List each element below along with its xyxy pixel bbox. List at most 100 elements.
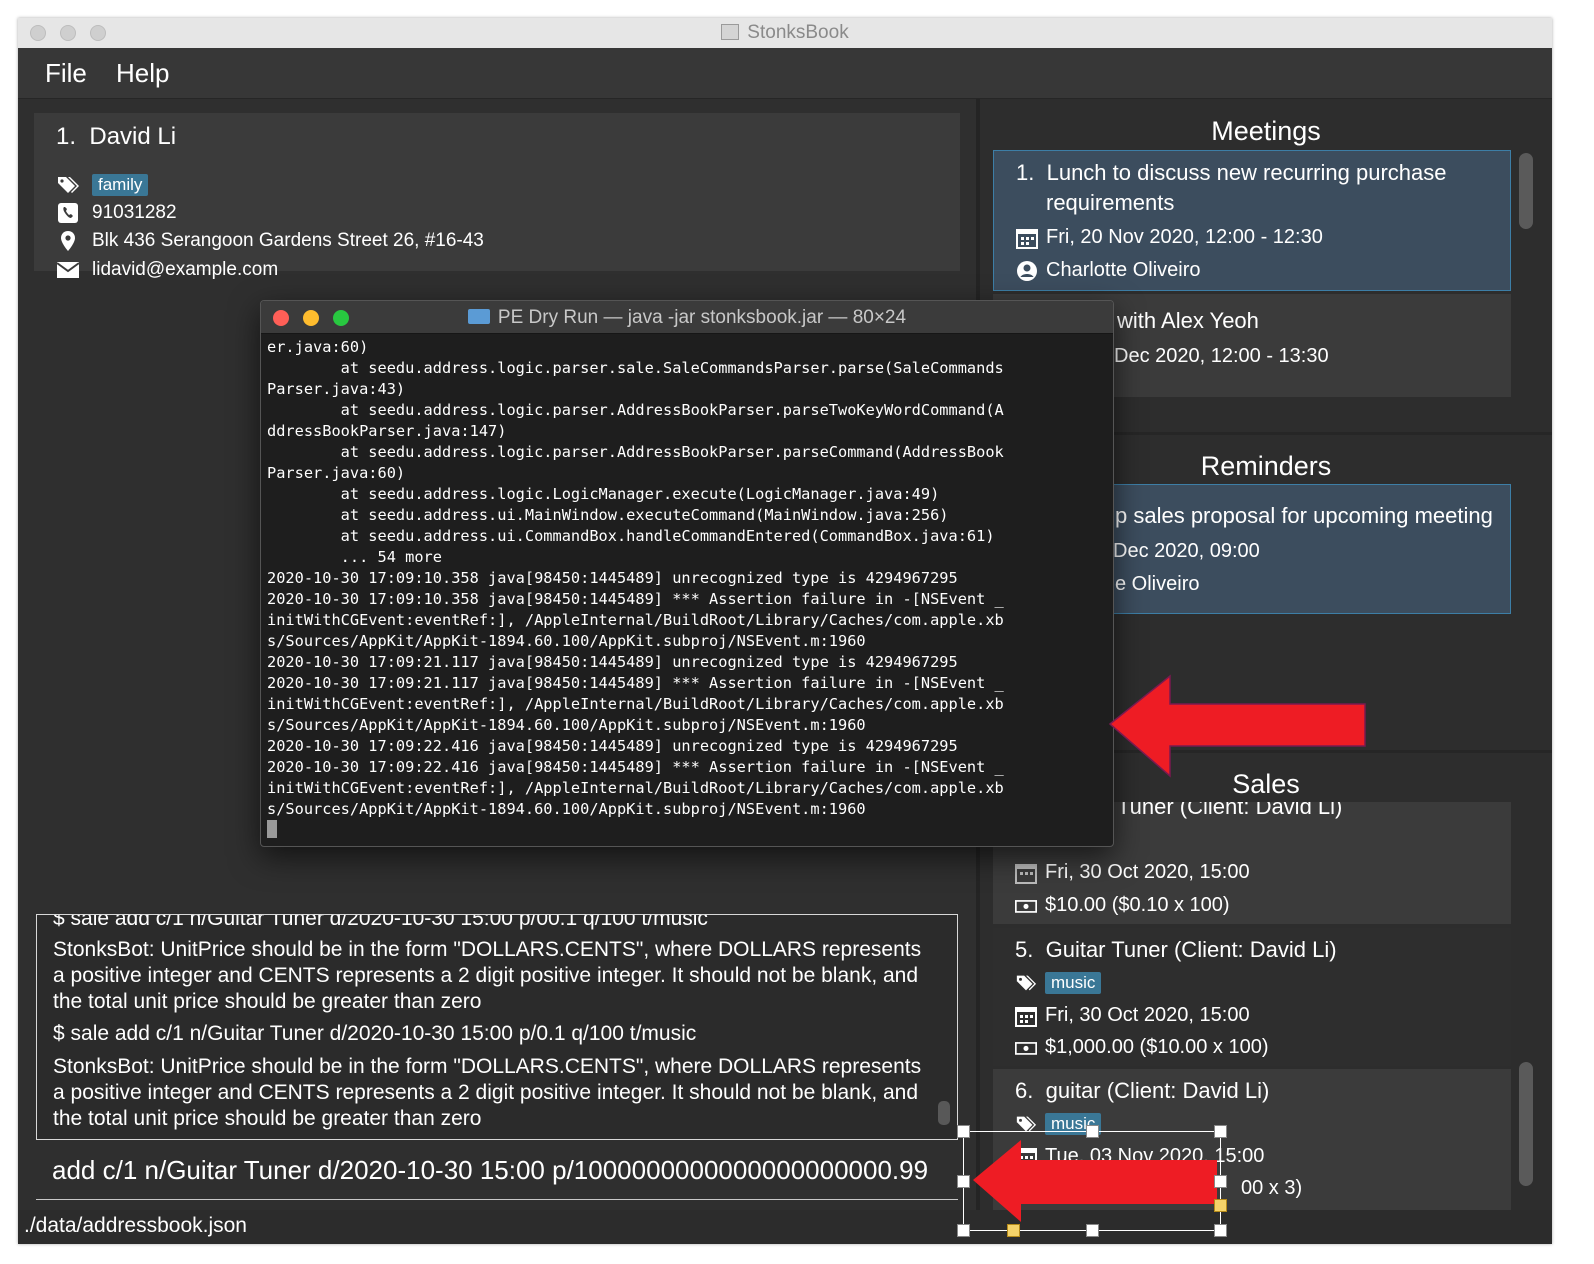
calendar-icon bbox=[1015, 1006, 1037, 1027]
sale-4-amount: $10.00 ($0.10 x 100) bbox=[1045, 894, 1230, 916]
resize-handle[interactable] bbox=[1086, 1224, 1099, 1237]
resize-handle[interactable] bbox=[957, 1175, 970, 1188]
sale-6-amount: 00 x 3) bbox=[1241, 1177, 1303, 1199]
menu-bar: File Help bbox=[18, 48, 1552, 99]
terminal-window[interactable]: PE Dry Run — java -jar stonksbook.jar — … bbox=[260, 300, 1114, 847]
location-icon bbox=[61, 231, 75, 251]
meeting-card-1[interactable]: 1. Lunch to discuss new recurring purcha… bbox=[993, 150, 1511, 291]
terminal-line: initWithCGEvent:eventRef:], /AppleIntern… bbox=[267, 611, 1004, 629]
terminal-line: 2020-10-30 17:09:21.117 java[98450:14454… bbox=[267, 674, 1004, 692]
person-phone: 91031282 bbox=[92, 202, 177, 223]
person-address-row: Blk 436 Serangoon Gardens Street 26, #16… bbox=[56, 228, 484, 254]
calendar-icon bbox=[1016, 228, 1038, 249]
terminal-line: 2020-10-30 17:09:10.358 java[98450:14454… bbox=[267, 590, 1004, 608]
command-input[interactable]: add c/1 n/Guitar Tuner d/2020-10-30 15:0… bbox=[52, 1155, 928, 1186]
sale-5-tag-row: music bbox=[1015, 972, 1102, 994]
reminder-title: p sales proposal for upcoming meeting bbox=[1115, 503, 1493, 528]
terminal-line: 2020-10-30 17:09:21.117 java[98450:14454… bbox=[267, 653, 958, 671]
terminal-line: at seedu.address.ui.CommandBox.handleCom… bbox=[267, 527, 995, 545]
person-icon bbox=[1017, 260, 1037, 281]
sale-5-index: 5. bbox=[1015, 937, 1034, 962]
tag-icon bbox=[58, 177, 79, 193]
sale-5-amount: $1,000.00 ($10.00 x 100) bbox=[1045, 1036, 1269, 1058]
sale-5-tag: music bbox=[1045, 972, 1102, 994]
terminal-line: at seedu.address.logic.LogicManager.exec… bbox=[267, 485, 940, 503]
terminal-line: 2020-10-30 17:09:22.416 java[98450:14454… bbox=[267, 758, 1004, 776]
meeting-index: 1. bbox=[1016, 160, 1035, 185]
terminal-line: at seedu.address.ui.MainWindow.executeCo… bbox=[267, 506, 949, 524]
meeting-contact: Charlotte Oliveiro bbox=[1046, 259, 1201, 281]
person-card[interactable]: 1. David Li family 91031282 Blk 436 Sera… bbox=[34, 113, 960, 280]
meeting-title-line1: Lunch to discuss new recurring purchase bbox=[1046, 160, 1447, 185]
sale-5-title-line: 5. Guitar Tuner (Client: David Li) bbox=[1015, 937, 1337, 963]
app-icon bbox=[721, 24, 740, 40]
sale-5-date: Fri, 30 Oct 2020, 15:00 bbox=[1045, 1004, 1250, 1026]
selected-arrow-annotation[interactable] bbox=[957, 1125, 1227, 1237]
folder-icon bbox=[467, 309, 490, 324]
result-message-2: StonksBot: UnitPrice should be in the fo… bbox=[53, 1055, 922, 1130]
sale-6-title: guitar (Client: David Li) bbox=[1045, 1078, 1270, 1103]
result-message-1: StonksBot: UnitPrice should be in the fo… bbox=[53, 938, 922, 1013]
terminal-line: ... 54 more bbox=[267, 548, 442, 566]
terminal-line: initWithCGEvent:eventRef:], /AppleIntern… bbox=[267, 779, 1004, 797]
resize-handle[interactable] bbox=[1214, 1224, 1227, 1237]
menu-help[interactable]: Help bbox=[116, 58, 169, 89]
phone-icon bbox=[58, 203, 78, 223]
meeting-2-title: with Alex Yeoh bbox=[1117, 308, 1259, 333]
result-display[interactable]: $ sale add c/1 n/Guitar Tuner d/2020-10-… bbox=[36, 914, 958, 1140]
terminal-cursor-line bbox=[267, 820, 1004, 841]
meeting-contact-row: Charlotte Oliveiro bbox=[1016, 259, 1201, 282]
arrow-annotation bbox=[973, 1140, 1217, 1222]
meeting-2-date: Dec 2020, 12:00 - 13:30 bbox=[1114, 345, 1329, 367]
arrow-head-handle[interactable] bbox=[1214, 1199, 1227, 1212]
window-title: StonksBook bbox=[18, 22, 1552, 44]
arrow-head-handle[interactable] bbox=[1007, 1224, 1020, 1237]
terminal-line: at seedu.address.logic.parser.AddressBoo… bbox=[267, 401, 1004, 419]
person-name-line: 1. David Li bbox=[56, 123, 176, 151]
terminal-line: at seedu.address.logic.parser.AddressBoo… bbox=[267, 443, 1004, 461]
meeting-date: Fri, 20 Nov 2020, 12:00 - 12:30 bbox=[1046, 226, 1323, 248]
terminal-line: at seedu.address.logic.parser.sale.SaleC… bbox=[267, 359, 1004, 377]
person-email-row: lidavid@example.com bbox=[56, 257, 278, 283]
terminal-cursor bbox=[267, 820, 277, 838]
sale-card-5[interactable]: 5. Guitar Tuner (Client: David Li) music… bbox=[993, 928, 1511, 1066]
sale-6-index: 6. bbox=[1015, 1078, 1034, 1103]
terminal-line: s/Sources/AppKit/AppKit-1894.60.100/AppK… bbox=[267, 716, 866, 734]
terminal-line: s/Sources/AppKit/AppKit-1894.60.100/AppK… bbox=[267, 632, 866, 650]
resize-handle[interactable] bbox=[1214, 1125, 1227, 1138]
terminal-line: ddressBookParser.java:147) bbox=[267, 422, 507, 440]
resize-handle[interactable] bbox=[957, 1125, 970, 1138]
sale-6-title-line: 6. guitar (Client: David Li) bbox=[1015, 1078, 1269, 1104]
resize-handle[interactable] bbox=[957, 1224, 970, 1237]
terminal-line: initWithCGEvent:eventRef:], /AppleIntern… bbox=[267, 695, 1004, 713]
person-address: Blk 436 Serangoon Gardens Street 26, #16… bbox=[92, 230, 484, 251]
sales-scrollbar[interactable] bbox=[1519, 1062, 1533, 1186]
result-clipped-command: $ sale add c/1 n/Guitar Tuner d/2020-10-… bbox=[53, 914, 708, 930]
resize-handle[interactable] bbox=[1086, 1125, 1099, 1138]
terminal-title: PE Dry Run — java -jar stonksbook.jar — … bbox=[261, 307, 1113, 329]
arrow-annotation bbox=[1108, 674, 1366, 778]
command-box[interactable]: add c/1 n/Guitar Tuner d/2020-10-30 15:0… bbox=[36, 1143, 958, 1200]
terminal-title-text: PE Dry Run — java -jar stonksbook.jar — … bbox=[497, 307, 907, 328]
sale-5-date-row: Fri, 30 Oct 2020, 15:00 bbox=[1015, 1004, 1250, 1027]
resize-handle[interactable] bbox=[1214, 1175, 1227, 1188]
terminal-line: er.java:60) bbox=[267, 338, 369, 356]
person-email: lidavid@example.com bbox=[92, 259, 279, 280]
person-tags: family bbox=[56, 172, 149, 198]
person-name: David Li bbox=[89, 123, 177, 150]
email-icon bbox=[56, 262, 80, 278]
terminal-line: s/Sources/AppKit/AppKit-1894.60.100/AppK… bbox=[267, 800, 866, 818]
result-command-2: $ sale add c/1 n/Guitar Tuner d/2020-10-… bbox=[53, 1022, 697, 1045]
sale-4-date-row: Fri, 30 Oct 2020, 15:00 bbox=[1015, 861, 1250, 884]
person-tag: family bbox=[92, 174, 149, 196]
meetings-scrollbar[interactable] bbox=[1519, 153, 1533, 229]
terminal-title-bar: PE Dry Run — java -jar stonksbook.jar — … bbox=[261, 301, 1113, 334]
terminal-output[interactable]: er.java:60) at seedu.address.logic.parse… bbox=[267, 337, 1004, 841]
reminder-date: Dec 2020, 09:00 bbox=[1113, 540, 1260, 562]
meeting-title: 1. Lunch to discuss new recurring purcha… bbox=[1016, 160, 1446, 186]
money-icon bbox=[1015, 899, 1037, 913]
menu-file[interactable]: File bbox=[45, 58, 87, 89]
result-scrollbar[interactable] bbox=[938, 1101, 950, 1125]
calendar-icon bbox=[1015, 863, 1037, 884]
window-title-text: StonksBook bbox=[747, 22, 849, 43]
